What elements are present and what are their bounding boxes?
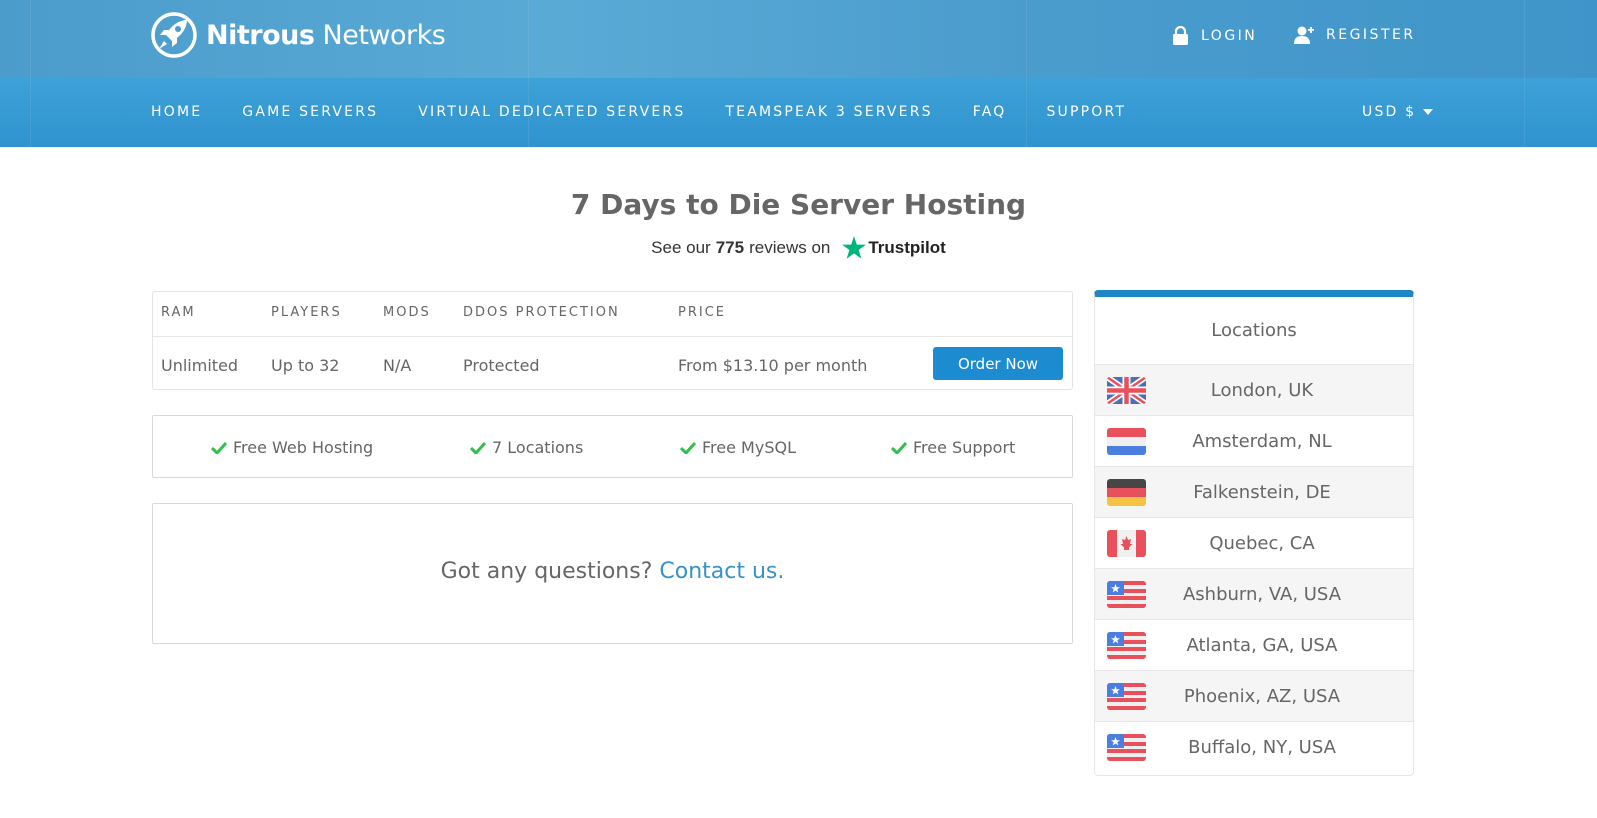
locations-list: London, UK Amsterdam, NL Falkenstein, DE… (1095, 365, 1413, 773)
location-item[interactable]: Ashburn, VA, USA (1095, 569, 1413, 620)
value-ram: Unlimited (161, 356, 239, 375)
currency-label: USD $ (1362, 104, 1417, 120)
currency-dropdown[interactable]: USD $ (1362, 104, 1434, 120)
brand-logo[interactable]: Nitrous Networks (150, 10, 446, 60)
trustpilot-reviews[interactable]: See our 775 reviews on Trustpilot (0, 236, 1597, 259)
page-title: 7 Days to Die Server Hosting (570, 188, 1027, 221)
nav-faq[interactable]: FAQ (973, 104, 1007, 120)
nav-teamspeak-servers[interactable]: TEAMSPEAK 3 SERVERS (725, 104, 932, 120)
feature-support: Free Support (891, 438, 1015, 457)
header-stripe (30, 0, 31, 147)
location-item[interactable]: Quebec, CA (1095, 518, 1413, 569)
check-icon (680, 441, 696, 454)
brand-name: Nitrous Networks (206, 19, 446, 51)
header-ram: RAM (161, 305, 196, 320)
header-stripe (528, 0, 529, 147)
locations-panel: Locations London, UK Amsterdam, NL Falke… (1094, 290, 1414, 776)
us-flag-icon (1107, 734, 1146, 761)
locations-title: Locations (1095, 297, 1413, 365)
contact-line: Got any questions? Contact us. (153, 559, 1072, 584)
plan-table: RAM PLAYERS MODS DDOS PROTECTION PRICE U… (152, 291, 1073, 390)
reviews-suffix: reviews on (749, 237, 831, 257)
order-now-button[interactable]: Order Now (933, 347, 1063, 380)
login-label: LOGIN (1201, 27, 1258, 44)
reviews-count: 775 (715, 237, 745, 257)
trustpilot-wordmark: Trustpilot (868, 237, 946, 257)
location-item[interactable]: Buffalo, NY, USA (1095, 722, 1413, 773)
value-mods: N/A (383, 356, 412, 375)
header-price: PRICE (678, 305, 726, 320)
value-price: From $13.10 per month (678, 356, 868, 375)
feature-web-hosting: Free Web Hosting (211, 438, 373, 457)
nav-support[interactable]: SUPPORT (1046, 104, 1126, 120)
value-ddos: Protected (463, 356, 540, 375)
header-stripe (1026, 0, 1027, 147)
rocket-logo-icon (151, 12, 197, 58)
check-icon (211, 441, 227, 454)
check-icon (470, 441, 486, 454)
register-label: REGISTER (1326, 27, 1416, 43)
reviews-prefix: See our (651, 237, 711, 257)
header-stripe (1524, 0, 1525, 147)
header-players: PLAYERS (271, 305, 342, 320)
uk-flag-icon (1107, 377, 1146, 404)
de-flag-icon (1107, 479, 1146, 506)
location-item[interactable]: Phoenix, AZ, USA (1095, 671, 1413, 722)
location-item[interactable]: Amsterdam, NL (1095, 416, 1413, 467)
ca-flag-icon (1107, 530, 1146, 557)
header-mods: MODS (383, 305, 431, 320)
nav-home[interactable]: HOME (151, 104, 202, 120)
trustpilot-star-icon (842, 236, 867, 259)
location-item[interactable]: Atlanta, GA, USA (1095, 620, 1413, 671)
lock-icon (1173, 26, 1188, 45)
register-link[interactable]: REGISTER (1294, 26, 1416, 44)
contact-box: Got any questions? Contact us. (152, 503, 1073, 644)
features-box: Free Web Hosting 7 Locations Free MySQL … (152, 415, 1073, 478)
nl-flag-icon (1107, 428, 1146, 455)
value-players: Up to 32 (271, 356, 340, 375)
login-link[interactable]: LOGIN (1172, 26, 1257, 45)
contact-question: Got any questions? (440, 559, 653, 584)
us-flag-icon (1107, 683, 1146, 710)
header-ddos: DDOS PROTECTION (463, 305, 620, 320)
nav-game-servers[interactable]: GAME SERVERS (242, 104, 378, 120)
contact-us-link[interactable]: Contact us. (659, 559, 784, 584)
main-nav: HOME GAME SERVERS VIRTUAL DEDICATED SERV… (151, 104, 1166, 120)
us-flag-icon (1107, 632, 1146, 659)
feature-locations: 7 Locations (470, 438, 583, 457)
location-item[interactable]: Falkenstein, DE (1095, 467, 1413, 518)
table-divider (153, 336, 1072, 337)
us-flag-icon (1107, 581, 1146, 608)
location-item[interactable]: London, UK (1095, 365, 1413, 416)
feature-mysql: Free MySQL (680, 438, 796, 457)
check-icon (891, 441, 907, 454)
nav-virtual-dedicated-servers[interactable]: VIRTUAL DEDICATED SERVERS (418, 104, 685, 120)
trustpilot-logo: Trustpilot (842, 236, 946, 259)
add-user-icon (1294, 26, 1314, 44)
caret-down-icon (1423, 109, 1434, 115)
